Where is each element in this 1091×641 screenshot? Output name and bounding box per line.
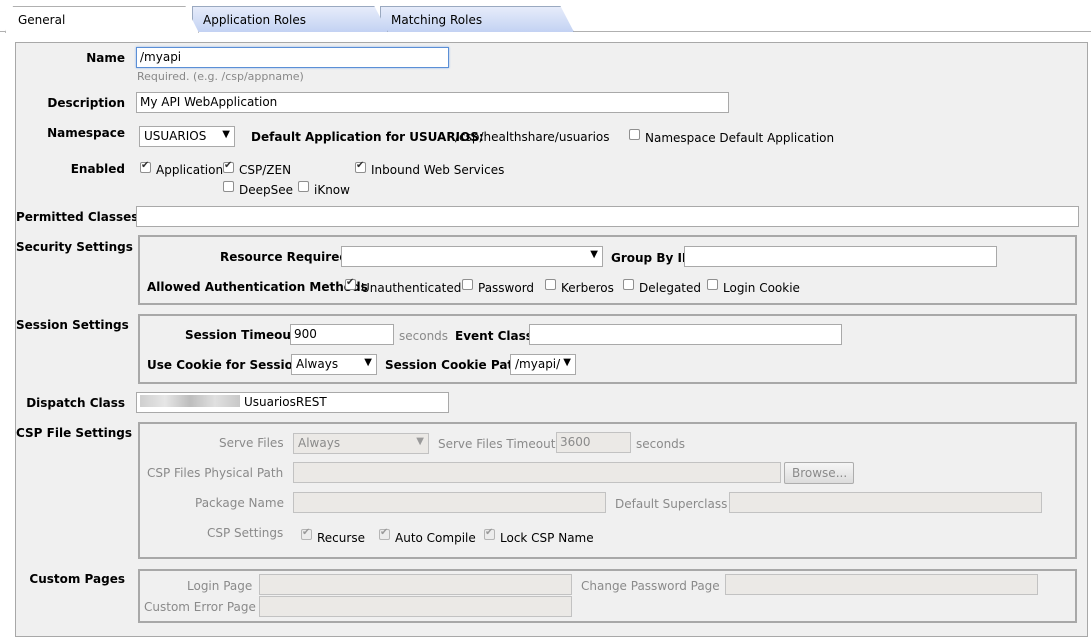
package-name-input[interactable] <box>293 492 606 513</box>
unauthenticated-label: Unauthenticated <box>361 281 462 295</box>
use-cookie-value: Always <box>296 357 339 371</box>
session-cookie-path-label: Session Cookie Path <box>385 358 522 372</box>
event-class-input[interactable] <box>529 324 842 345</box>
serve-files-seconds-label: seconds <box>636 437 686 451</box>
serve-files-select[interactable]: Always ▼ <box>293 433 429 454</box>
chevron-down-icon: ▼ <box>590 249 598 260</box>
change-password-page-label: Change Password Page <box>581 579 720 593</box>
password-label: Password <box>478 281 535 295</box>
resource-required-select[interactable]: ▼ <box>341 246 603 267</box>
redacted-text <box>140 395 240 407</box>
auth-methods-label: Allowed Authentication Methods <box>147 280 368 294</box>
namespace-label: Namespace <box>47 126 125 140</box>
tab-application-roles[interactable]: Application Roles <box>192 6 388 32</box>
name-label: Name <box>86 51 125 65</box>
application-label: Application <box>156 163 224 177</box>
login-cookie-label: Login Cookie <box>723 281 800 295</box>
security-settings-label: Security Settings <box>16 240 133 254</box>
iknow-checkbox[interactable] <box>298 181 309 192</box>
lock-csp-name-checkbox[interactable] <box>484 527 495 540</box>
auto-compile-checkbox[interactable] <box>379 527 390 540</box>
name-input[interactable]: /myapi <box>136 47 449 68</box>
tab-label: Matching Roles <box>391 13 483 27</box>
use-cookie-select[interactable]: Always ▼ <box>291 354 377 375</box>
tab-label: General <box>18 13 66 27</box>
name-hint: Required. (e.g. /csp/appname) <box>137 70 304 83</box>
default-superclass-label: Default Superclass <box>615 497 728 511</box>
tab-matching-roles[interactable]: Matching Roles <box>380 6 574 32</box>
login-page-input[interactable] <box>259 574 572 595</box>
tab-label: Application Roles <box>203 13 306 27</box>
resource-required-label: Resource Required <box>220 250 348 264</box>
inbound-web-services-label: Inbound Web Services <box>371 163 505 177</box>
csp-files-path-label: CSP Files Physical Path <box>147 466 284 480</box>
tab-general[interactable]: General <box>5 6 199 33</box>
custom-error-page-label: Custom Error Page <box>144 600 256 614</box>
serve-files-label: Serve Files <box>219 436 284 450</box>
namespace-select[interactable]: USUARIOS ▼ <box>139 126 235 147</box>
password-checkbox[interactable] <box>462 279 473 290</box>
permitted-classes-input[interactable] <box>136 206 1079 227</box>
description-input[interactable]: My API WebApplication <box>136 92 729 113</box>
unauthenticated-checkbox[interactable] <box>345 277 356 290</box>
namespace-value: USUARIOS <box>144 129 207 143</box>
chevron-down-icon: ▼ <box>364 357 372 368</box>
permitted-classes-label: Permitted Classes <box>16 210 139 224</box>
serve-files-timeout-input[interactable]: 3600 <box>556 432 631 453</box>
session-timeout-label: Session Timeout <box>185 328 297 342</box>
login-page-label: Login Page <box>187 579 253 593</box>
csp-files-path-input[interactable] <box>293 462 781 483</box>
session-cookie-path-value: /myapi/ <box>515 357 561 371</box>
group-by-id-input[interactable] <box>684 246 997 267</box>
session-settings-label: Session Settings <box>16 318 129 332</box>
custom-error-page-input[interactable] <box>259 596 572 617</box>
inbound-web-services-checkbox[interactable] <box>355 160 366 173</box>
package-name-label: Package Name <box>195 496 284 510</box>
csp-file-settings-label: CSP File Settings <box>16 426 133 440</box>
dispatch-class-input[interactable]: UsuariosREST <box>136 392 449 413</box>
delegated-checkbox[interactable] <box>623 279 634 290</box>
dispatch-class-label: Dispatch Class <box>26 396 125 410</box>
default-app-value: /csp/healthshare/usuarios <box>455 130 610 144</box>
event-class-label: Event Class <box>455 329 533 343</box>
kerberos-checkbox[interactable] <box>545 279 556 290</box>
delegated-label: Delegated <box>639 281 702 295</box>
group-by-id-label: Group By ID <box>611 251 692 265</box>
deepsee-label: DeepSee <box>239 183 294 197</box>
description-label: Description <box>47 96 125 110</box>
auto-compile-label: Auto Compile <box>395 531 476 545</box>
namespace-default-checkbox[interactable] <box>629 129 640 140</box>
kerberos-label: Kerberos <box>561 281 614 295</box>
serve-files-timeout-label: Serve Files Timeout <box>438 437 556 451</box>
chevron-down-icon: ▼ <box>563 357 571 368</box>
deepsee-checkbox[interactable] <box>223 181 234 192</box>
custom-pages-label: Custom Pages <box>29 572 125 586</box>
csp-zen-label: CSP/ZEN <box>239 163 292 177</box>
change-password-page-input[interactable] <box>725 574 1038 595</box>
enabled-label: Enabled <box>70 162 125 176</box>
session-seconds-label: seconds <box>399 329 449 343</box>
iknow-label: iKnow <box>314 183 350 197</box>
default-app-label: Default Application for USUARIOS: <box>251 130 484 144</box>
application-checkbox[interactable] <box>140 160 151 173</box>
chevron-down-icon: ▼ <box>222 129 230 140</box>
csp-settings-label: CSP Settings <box>207 526 284 540</box>
serve-files-value: Always <box>298 436 341 450</box>
use-cookie-label: Use Cookie for Session <box>147 358 302 372</box>
session-timeout-input[interactable]: 900 <box>290 324 394 345</box>
chevron-down-icon: ▼ <box>416 436 424 447</box>
default-superclass-input[interactable] <box>729 492 1042 513</box>
session-cookie-path-select[interactable]: /myapi/▼ <box>510 354 576 375</box>
recurse-label: Recurse <box>317 531 365 545</box>
dispatch-class-value: UsuariosREST <box>244 395 327 409</box>
login-cookie-checkbox[interactable] <box>707 279 718 290</box>
namespace-default-label: Namespace Default Application <box>645 131 835 145</box>
recurse-checkbox[interactable] <box>301 527 312 540</box>
lock-csp-name-label: Lock CSP Name <box>500 531 594 545</box>
browse-button[interactable]: Browse... <box>784 462 854 484</box>
csp-zen-checkbox[interactable] <box>223 160 234 173</box>
